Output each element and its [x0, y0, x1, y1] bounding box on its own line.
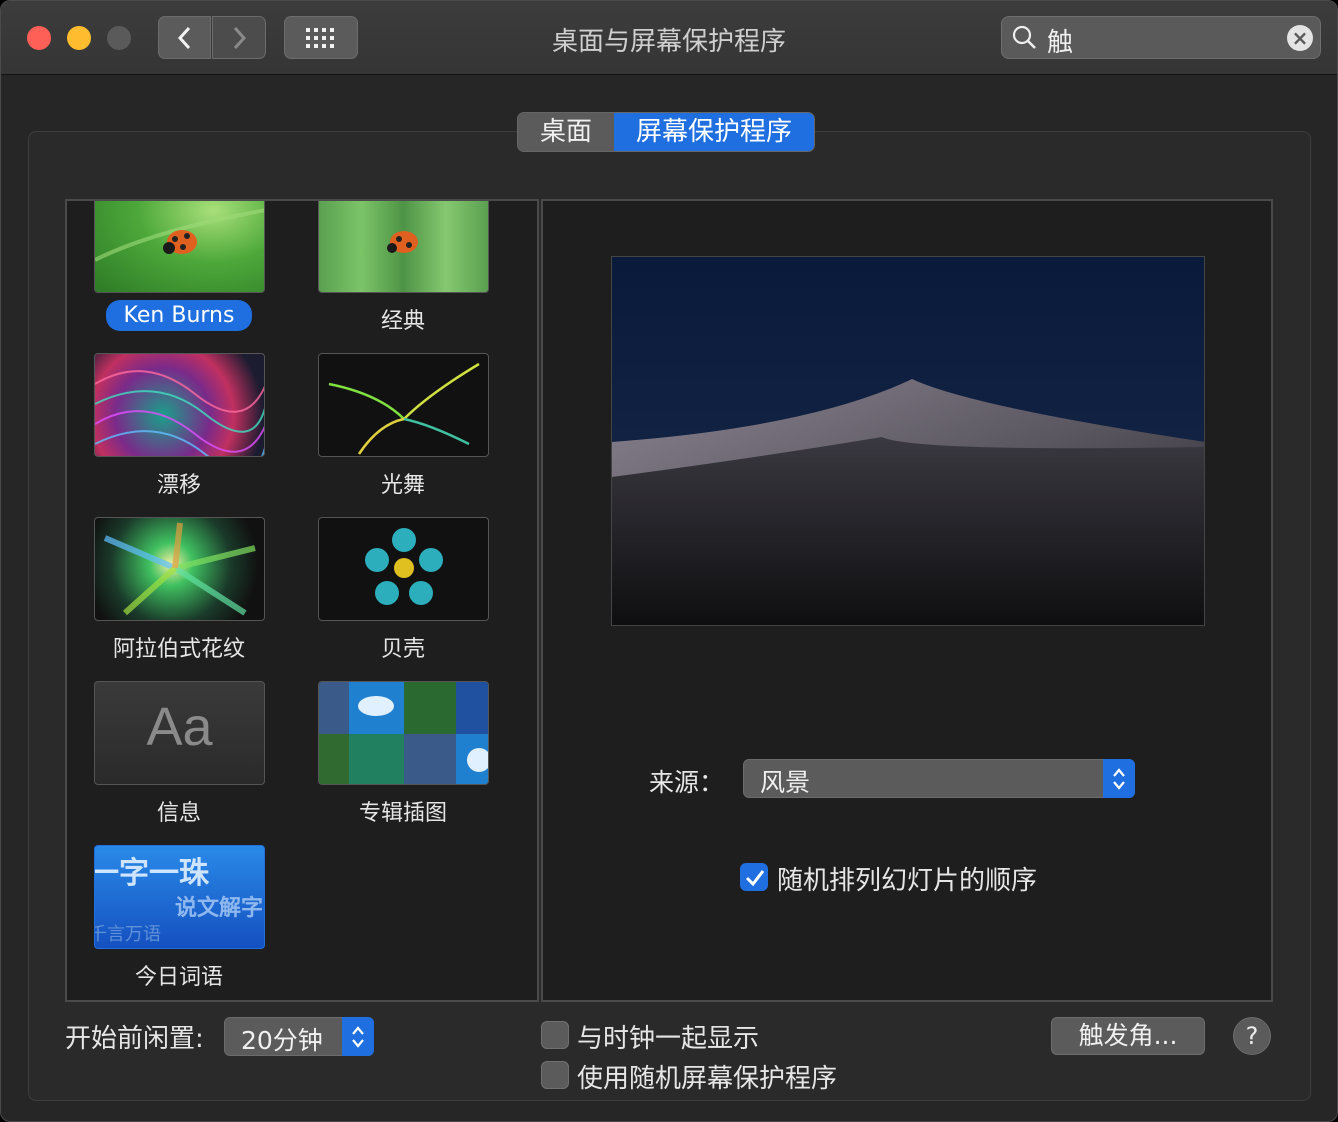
- tab-bar: 桌面 屏幕保护程序: [517, 112, 816, 152]
- shuffle-slides-label: 随机排列幻灯片的顺序: [777, 866, 1038, 896]
- desert-dune-image: [612, 257, 1204, 625]
- word-thumb-line-2: 说文解字: [175, 896, 264, 921]
- help-button[interactable]: ?: [1233, 1017, 1271, 1055]
- search-icon: [1012, 25, 1036, 49]
- screensaver-thumb-flurry[interactable]: [318, 353, 489, 457]
- arabesque-pattern: [103, 522, 256, 616]
- updown-arrows-icon: [1103, 759, 1135, 798]
- screensaver-label-arabesque[interactable]: 阿拉伯式花纹: [69, 631, 289, 663]
- flurry-pattern: [328, 362, 480, 455]
- idle-time-popup[interactable]: 20分钟: [224, 1017, 374, 1056]
- tab-desktop[interactable]: 桌面: [518, 113, 615, 151]
- drift-pattern: [95, 370, 264, 456]
- random-screensaver-label: 使用随机屏幕保护程序: [577, 1064, 838, 1094]
- screensaver-thumb-drift[interactable]: [94, 353, 265, 457]
- clear-icon: ×: [1291, 26, 1309, 50]
- search-field[interactable]: 触 ×: [1001, 16, 1321, 59]
- ladybug-image: [387, 231, 418, 253]
- message-thumb-text: Aa: [146, 697, 213, 757]
- shell-pattern: [365, 528, 443, 605]
- screensaver-thumb-album-artwork[interactable]: [318, 681, 489, 785]
- screensaver-label-album-artwork[interactable]: 专辑插图: [293, 795, 513, 827]
- screensaver-thumb-arabesque[interactable]: [94, 517, 265, 621]
- screensaver-thumb-classic[interactable]: [318, 201, 489, 293]
- source-popup[interactable]: 风景: [743, 759, 1135, 798]
- screensaver-thumb-shell[interactable]: [318, 517, 489, 621]
- tab-screen-saver[interactable]: 屏幕保护程序: [614, 113, 815, 151]
- checkmark-icon: [745, 870, 765, 887]
- screensaver-list[interactable]: Ken Burns 经典 漂移 光舞 阿拉伯式花纹 贝壳 Aa 信息 专辑插图 …: [65, 199, 539, 1002]
- screensaver-thumb-word-of-the-day[interactable]: 一字一珠 说文解字 千言万语: [94, 845, 265, 949]
- updown-arrows-icon: [342, 1017, 374, 1056]
- screensaver-label-message[interactable]: 信息: [69, 795, 289, 827]
- screensaver-thumb-ken-burns[interactable]: [94, 201, 265, 293]
- screensaver-label-ken-burns[interactable]: Ken Burns: [69, 300, 289, 331]
- title-bar: 桌面与屏幕保护程序 触 ×: [1, 1, 1337, 75]
- show-with-clock-label: 与时钟一起显示: [577, 1024, 760, 1054]
- search-input[interactable]: 触: [1047, 22, 1073, 59]
- system-preferences-window: 桌面与屏幕保护程序 触 × 桌面 屏幕保护程序 Ken Burns 经典 漂移 …: [0, 0, 1338, 1122]
- screensaver-label-drift[interactable]: 漂移: [69, 467, 289, 499]
- shuffle-slides-checkbox[interactable]: [740, 863, 768, 891]
- screensaver-label-classic[interactable]: 经典: [293, 303, 513, 335]
- album-mosaic-image: [319, 682, 488, 784]
- clear-search-button[interactable]: ×: [1287, 25, 1313, 51]
- source-label: 来源：: [649, 768, 725, 797]
- word-thumb-line-3: 千言万语: [94, 924, 161, 945]
- screensaver-label-shell[interactable]: 贝壳: [293, 631, 513, 663]
- screensaver-thumb-message[interactable]: Aa: [94, 681, 265, 785]
- source-popup-value: 风景: [760, 768, 811, 797]
- random-screensaver-checkbox[interactable]: [541, 1061, 569, 1089]
- screensaver-label-flurry[interactable]: 光舞: [293, 467, 513, 499]
- idle-time-label: 开始前闲置:: [65, 1024, 204, 1054]
- hot-corners-button[interactable]: 触发角...: [1051, 1017, 1205, 1055]
- screensaver-label-word-of-the-day[interactable]: 今日词语: [69, 959, 289, 991]
- preview-image: [611, 256, 1205, 626]
- ladybug-image: [95, 208, 264, 262]
- word-thumb-line-1: 一字一珠: [94, 856, 209, 891]
- show-with-clock-checkbox[interactable]: [541, 1021, 569, 1049]
- idle-time-value: 20分钟: [241, 1026, 323, 1055]
